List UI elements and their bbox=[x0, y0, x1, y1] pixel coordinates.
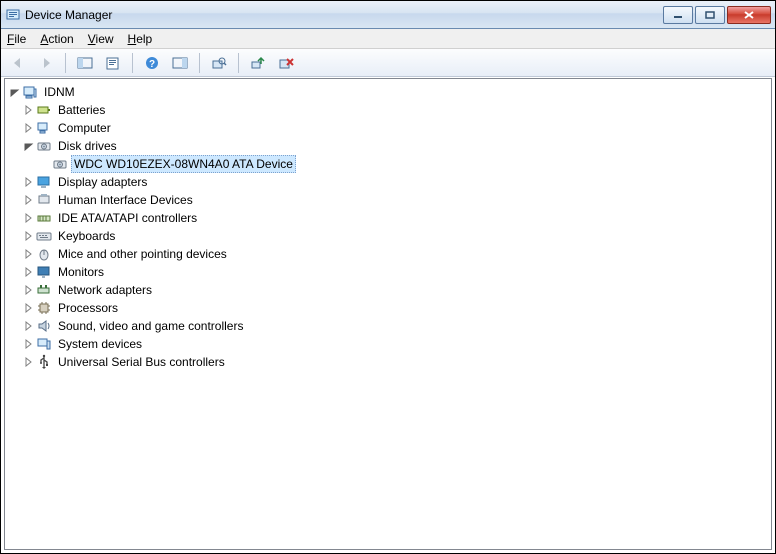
computer-icon bbox=[22, 84, 38, 100]
back-button[interactable] bbox=[7, 52, 29, 74]
tree-category-label: IDE ATA/ATAPI controllers bbox=[55, 209, 200, 227]
tree-category-node[interactable]: Keyboards bbox=[7, 227, 769, 245]
keyboard-icon bbox=[36, 228, 52, 244]
disk-icon bbox=[52, 156, 68, 172]
menu-help[interactable]: Help bbox=[128, 32, 153, 46]
tree-category-node[interactable]: Sound, video and game controllers bbox=[7, 317, 769, 335]
tree-category-node[interactable]: Computer bbox=[7, 119, 769, 137]
tree-category-label: Processors bbox=[55, 299, 121, 317]
tree-category-node[interactable]: Network adapters bbox=[7, 281, 769, 299]
toolbar: ? bbox=[1, 49, 775, 77]
sound-icon bbox=[36, 318, 52, 334]
expander-icon-closed[interactable] bbox=[23, 320, 35, 332]
close-button[interactable] bbox=[727, 6, 771, 24]
action-pane-button[interactable] bbox=[169, 52, 191, 74]
tree-device-label: WDC WD10EZEX-08WN4A0 ATA Device bbox=[71, 155, 296, 173]
tree-category-node[interactable]: Disk drives bbox=[7, 137, 769, 155]
expander-icon-closed[interactable] bbox=[23, 230, 35, 242]
expander-icon-closed[interactable] bbox=[23, 266, 35, 278]
tree-category-label: Universal Serial Bus controllers bbox=[55, 353, 228, 371]
tree-category-node[interactable]: Mice and other pointing devices bbox=[7, 245, 769, 263]
system-icon bbox=[36, 336, 52, 352]
tree-device-node[interactable]: WDC WD10EZEX-08WN4A0 ATA Device bbox=[7, 155, 769, 173]
network-icon bbox=[36, 282, 52, 298]
tree-category-node[interactable]: Universal Serial Bus controllers bbox=[7, 353, 769, 371]
tree-category-label: System devices bbox=[55, 335, 145, 353]
expander-icon-closed[interactable] bbox=[23, 194, 35, 206]
tree-category-label: Keyboards bbox=[55, 227, 118, 245]
scan-hardware-button[interactable] bbox=[208, 52, 230, 74]
show-hide-console-tree-button[interactable] bbox=[74, 52, 96, 74]
titlebar: Device Manager bbox=[1, 1, 775, 29]
toolbar-separator bbox=[132, 53, 133, 73]
forward-button[interactable] bbox=[35, 52, 57, 74]
battery-icon bbox=[36, 102, 52, 118]
tree-category-node[interactable]: IDE ATA/ATAPI controllers bbox=[7, 209, 769, 227]
tree-category-label: Network adapters bbox=[55, 281, 155, 299]
expander-icon-closed[interactable] bbox=[23, 104, 35, 116]
maximize-button[interactable] bbox=[695, 6, 725, 24]
tree-category-label: Sound, video and game controllers bbox=[55, 317, 246, 335]
tree-category-label: Display adapters bbox=[55, 173, 150, 191]
toolbar-separator bbox=[65, 53, 66, 73]
help-button[interactable]: ? bbox=[141, 52, 163, 74]
mouse-icon bbox=[36, 246, 52, 262]
hid-icon bbox=[36, 192, 52, 208]
tree-category-node[interactable]: System devices bbox=[7, 335, 769, 353]
expander-icon-closed[interactable] bbox=[23, 212, 35, 224]
tree-category-label: Disk drives bbox=[55, 137, 120, 155]
menu-action[interactable]: Action bbox=[40, 32, 73, 46]
window-title: Device Manager bbox=[25, 8, 661, 22]
expander-icon-closed[interactable] bbox=[23, 122, 35, 134]
tree-category-node[interactable]: Processors bbox=[7, 299, 769, 317]
tree-category-label: Batteries bbox=[55, 101, 108, 119]
tree-category-node[interactable]: Monitors bbox=[7, 263, 769, 281]
device-tree[interactable]: IDNM BatteriesComputerDisk drivesWDC WD1… bbox=[7, 83, 769, 371]
app-icon bbox=[5, 7, 21, 23]
tree-category-node[interactable]: Batteries bbox=[7, 101, 769, 119]
uninstall-button[interactable] bbox=[275, 52, 297, 74]
tree-root-label: IDNM bbox=[41, 83, 78, 101]
monitor-icon bbox=[36, 264, 52, 280]
tree-category-label: Computer bbox=[55, 119, 114, 137]
tree-category-label: Human Interface Devices bbox=[55, 191, 196, 209]
device-tree-panel: IDNM BatteriesComputerDisk drivesWDC WD1… bbox=[4, 78, 772, 550]
expander-icon-closed[interactable] bbox=[23, 176, 35, 188]
expander-icon-closed[interactable] bbox=[23, 248, 35, 260]
tree-root-node[interactable]: IDNM bbox=[7, 83, 769, 101]
menubar: File Action View Help bbox=[1, 29, 775, 49]
tree-category-node[interactable]: Human Interface Devices bbox=[7, 191, 769, 209]
toolbar-separator bbox=[238, 53, 239, 73]
display-icon bbox=[36, 174, 52, 190]
expander-icon-closed[interactable] bbox=[23, 284, 35, 296]
tree-category-node[interactable]: Display adapters bbox=[7, 173, 769, 191]
toolbar-separator bbox=[199, 53, 200, 73]
menu-view[interactable]: View bbox=[88, 32, 114, 46]
processor-icon bbox=[36, 300, 52, 316]
expander-icon-closed[interactable] bbox=[23, 338, 35, 350]
minimize-button[interactable] bbox=[663, 6, 693, 24]
tree-category-label: Monitors bbox=[55, 263, 107, 281]
svg-text:?: ? bbox=[149, 59, 155, 70]
properties-button[interactable] bbox=[102, 52, 124, 74]
expander-icon-closed[interactable] bbox=[23, 356, 35, 368]
computer-icon bbox=[36, 120, 52, 136]
update-driver-button[interactable] bbox=[247, 52, 269, 74]
tree-category-label: Mice and other pointing devices bbox=[55, 245, 230, 263]
usb-icon bbox=[36, 354, 52, 370]
menu-file[interactable]: File bbox=[7, 32, 26, 46]
expander-icon-closed[interactable] bbox=[23, 302, 35, 314]
disk-icon bbox=[36, 138, 52, 154]
expander-icon-open[interactable] bbox=[23, 140, 35, 152]
expander-icon-open[interactable] bbox=[9, 86, 21, 98]
window-controls bbox=[661, 6, 771, 24]
ide-icon bbox=[36, 210, 52, 226]
